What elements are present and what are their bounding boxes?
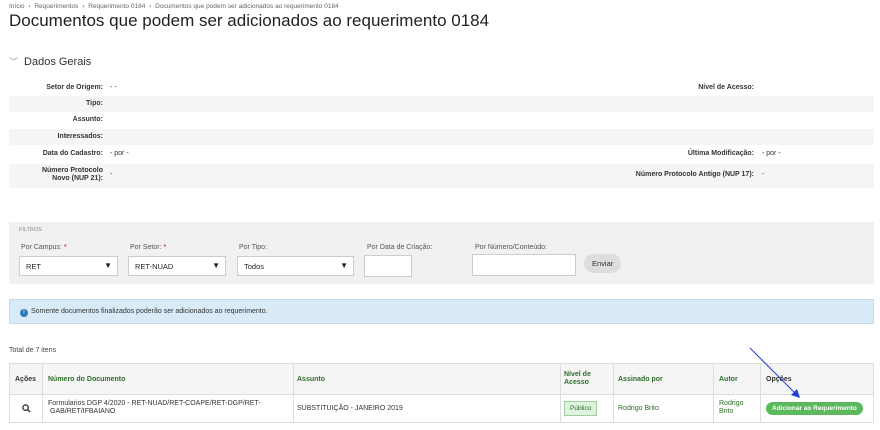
header-assinado-por[interactable]: Assinado por (618, 364, 663, 394)
setor-origem-value: - - (110, 84, 117, 91)
data-criacao-label: Por Data de Criação: (367, 244, 433, 251)
campus-label: Por Campus: * (21, 244, 67, 251)
filters-panel: FILTROS Por Campus: * RET ▼ Por Setor: *… (9, 222, 874, 284)
row-data-cadastro: Data do Cadastro: - por - Última Modific… (9, 146, 874, 162)
cell-assunto: SUBSTITUIÇÃO - JANEIRO 2019 (297, 404, 403, 412)
row-setor-origem: Setor de Origem: - - Nível de Acesso: (9, 80, 874, 96)
header-autor[interactable]: Autor (719, 364, 738, 394)
tipo-label: Tipo: (86, 100, 103, 107)
dropdown-arrow-icon: ▼ (212, 261, 220, 270)
data-criacao-input[interactable] (364, 255, 412, 277)
nivel-acesso-label: Nível de Acesso: (698, 84, 754, 91)
breadcrumb-inicio[interactable]: Início (9, 3, 25, 10)
breadcrumb-current: Documentos que podem ser adicionados ao … (155, 3, 339, 10)
ultima-modificacao-label: Última Modificação: (687, 150, 754, 157)
total-items: Total de 7 itens (9, 347, 57, 354)
nup21-label: Número Protocolo Novo (NUP 21): (41, 167, 103, 182)
enviar-button[interactable]: Enviar (584, 254, 622, 273)
header-numero-documento[interactable]: Número do Documento (48, 364, 125, 394)
cell-assinado-por: Rodrigo Brito (618, 404, 659, 412)
info-alert: ! Somente documentos finalizados poderão … (9, 299, 874, 324)
row-interessados: Interessados: (9, 129, 874, 145)
header-acoes: Ações (15, 375, 37, 383)
dropdown-arrow-icon: ▼ (104, 261, 112, 270)
alert-text: Somente documentos finalizados poderão s… (31, 308, 268, 315)
nup17-label: Número Protocolo Antigo (NUP 17): (635, 171, 754, 178)
status-badge: Público (564, 400, 598, 416)
tipo-select[interactable]: Todos ▼ (237, 256, 354, 276)
chevron-down-icon: ﹀ (9, 57, 19, 67)
dropdown-arrow-icon: ▼ (340, 261, 348, 270)
page-title: Documentos que podem ser adicionados ao … (9, 11, 490, 30)
dados-gerais-toggle[interactable]: ﹀ Dados Gerais (9, 55, 91, 68)
view-icon[interactable] (14, 394, 38, 422)
setor-label: Por Setor: * (130, 244, 167, 251)
annotation-arrow (749, 347, 800, 398)
search-icon (21, 403, 31, 413)
numero-conteudo-label: Por Número/Conteúdo: (475, 244, 547, 251)
info-icon: ! (20, 309, 28, 317)
nup17-value: - (762, 171, 765, 178)
cell-numero-documento: Formularios DGP 4/2020 - RET-NUAD/RET-CO… (48, 400, 261, 415)
setor-origem-label: Setor de Origem: (46, 84, 103, 91)
row-nup: Número Protocolo Novo (NUP 21): - Número… (9, 164, 874, 188)
assunto-label: Assunto: (72, 116, 103, 123)
filters-title: FILTROS (19, 227, 42, 233)
breadcrumb-requerimentos[interactable]: Requerimentos (34, 3, 78, 10)
row-assunto: Assunto: (9, 112, 874, 128)
nup21-value: - (110, 171, 113, 178)
row-tipo: Tipo: (9, 96, 874, 112)
ultima-modificacao-value: - por - (762, 150, 781, 157)
cell-nivel-acesso: Público (564, 394, 598, 422)
table-header (10, 364, 873, 395)
data-cadastro-value: - por - (110, 150, 129, 157)
setor-select[interactable]: RET-NUAD ▼ (128, 256, 226, 276)
header-nivel-acesso[interactable]: Nível de Acesso (564, 364, 591, 394)
interessados-label: Interessados: (57, 133, 103, 140)
campus-select[interactable]: RET ▼ (19, 256, 118, 276)
data-cadastro-label: Data do Cadastro: (42, 150, 103, 157)
cell-autor: Rodrigo Brito (719, 400, 744, 415)
tipo-filter-label: Por Tipo: (239, 244, 268, 251)
breadcrumb: Início › Requerimentos › Requerimento 01… (9, 3, 339, 10)
numero-conteudo-input[interactable] (472, 254, 576, 276)
dados-gerais-title: Dados Gerais (24, 56, 92, 68)
breadcrumb-requerimento[interactable]: Requerimento 0184 (88, 3, 145, 10)
header-assunto[interactable]: Assunto (297, 364, 325, 394)
